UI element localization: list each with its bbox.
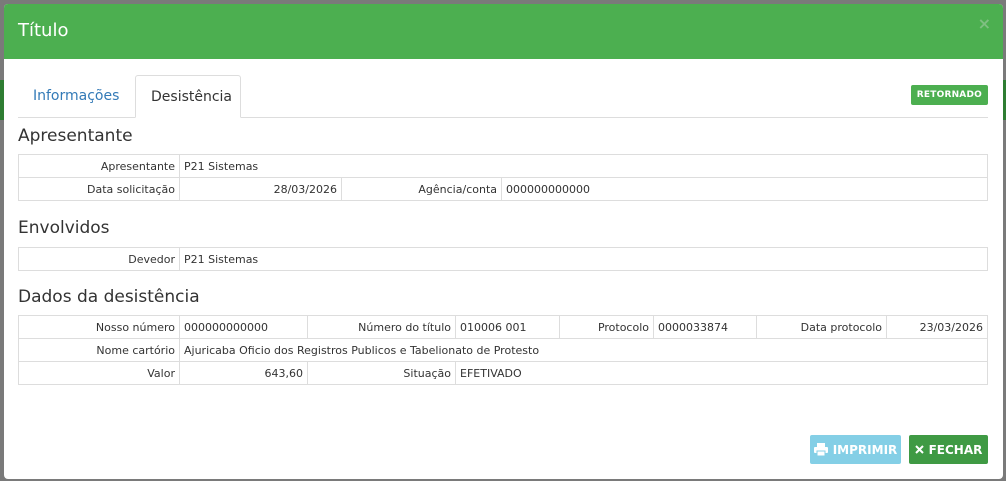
apresentante-label: Apresentante	[18, 154, 180, 178]
table-row: Nome cartório Ajuricaba Oficio dos Regis…	[18, 338, 988, 362]
envolvidos-table: Devedor P21 Sistemas	[18, 247, 988, 271]
numero-titulo-label: Número do título	[307, 315, 456, 339]
data-solicitacao-label: Data solicitação	[18, 177, 180, 201]
nosso-numero-value: 000000000000	[179, 315, 308, 339]
numero-titulo-value: 010006 001	[455, 315, 560, 339]
desistencia-table: Nosso número 000000000000 Número do títu…	[18, 315, 988, 385]
close-icon[interactable]: ×	[978, 14, 991, 33]
print-button[interactable]: IMPRIMIR	[810, 435, 901, 464]
print-button-label: IMPRIMIR	[832, 442, 898, 457]
protocolo-label: Protocolo	[559, 315, 654, 339]
nome-cartorio-label: Nome cartório	[18, 338, 180, 362]
modal-header: Título ×	[4, 4, 1003, 59]
section-title-envolvidos: Envolvidos	[18, 218, 110, 238]
titulo-modal: Título × Informações Desistência RETORNA…	[4, 4, 1003, 479]
tab-bar: Informações Desistência	[18, 75, 988, 118]
devedor-label: Devedor	[18, 247, 180, 271]
section-title-apresentante: Apresentante	[18, 126, 133, 146]
data-solicitacao-value: 28/03/2026	[179, 177, 342, 201]
valor-value: 643,60	[179, 361, 308, 385]
devedor-value: P21 Sistemas	[179, 247, 988, 271]
table-row: Apresentante P21 Sistemas	[18, 154, 988, 178]
modal-title: Título	[18, 20, 69, 41]
nosso-numero-label: Nosso número	[18, 315, 180, 339]
close-button-label: FECHAR	[928, 442, 983, 457]
protocolo-value: 0000033874	[653, 315, 757, 339]
tab-desistencia[interactable]: Desistência	[135, 75, 241, 118]
table-row: Devedor P21 Sistemas	[18, 247, 988, 271]
tab-informacoes[interactable]: Informações	[18, 75, 134, 117]
times-icon	[914, 445, 924, 454]
status-badge: RETORNADO	[910, 85, 988, 105]
valor-label: Valor	[18, 361, 180, 385]
close-button[interactable]: FECHAR	[909, 435, 988, 464]
agencia-conta-label: Agência/conta	[341, 177, 502, 201]
table-row: Data solicitação 28/03/2026 Agência/cont…	[18, 177, 988, 201]
situacao-label: Situação	[307, 361, 456, 385]
agencia-conta-value: 000000000000	[501, 177, 988, 201]
data-protocolo-value: 23/03/2026	[886, 315, 988, 339]
apresentante-value: P21 Sistemas	[179, 154, 988, 178]
table-row: Nosso número 000000000000 Número do títu…	[18, 315, 988, 339]
printer-icon	[813, 443, 828, 456]
section-title-dados-desistencia: Dados da desistência	[18, 287, 200, 307]
nome-cartorio-value: Ajuricaba Oficio dos Registros Publicos …	[179, 338, 988, 362]
apresentante-table: Apresentante P21 Sistemas Data solicitaç…	[18, 154, 988, 201]
table-row: Valor 643,60 Situação EFETIVADO	[18, 361, 988, 385]
data-protocolo-label: Data protocolo	[756, 315, 887, 339]
situacao-value: EFETIVADO	[455, 361, 988, 385]
